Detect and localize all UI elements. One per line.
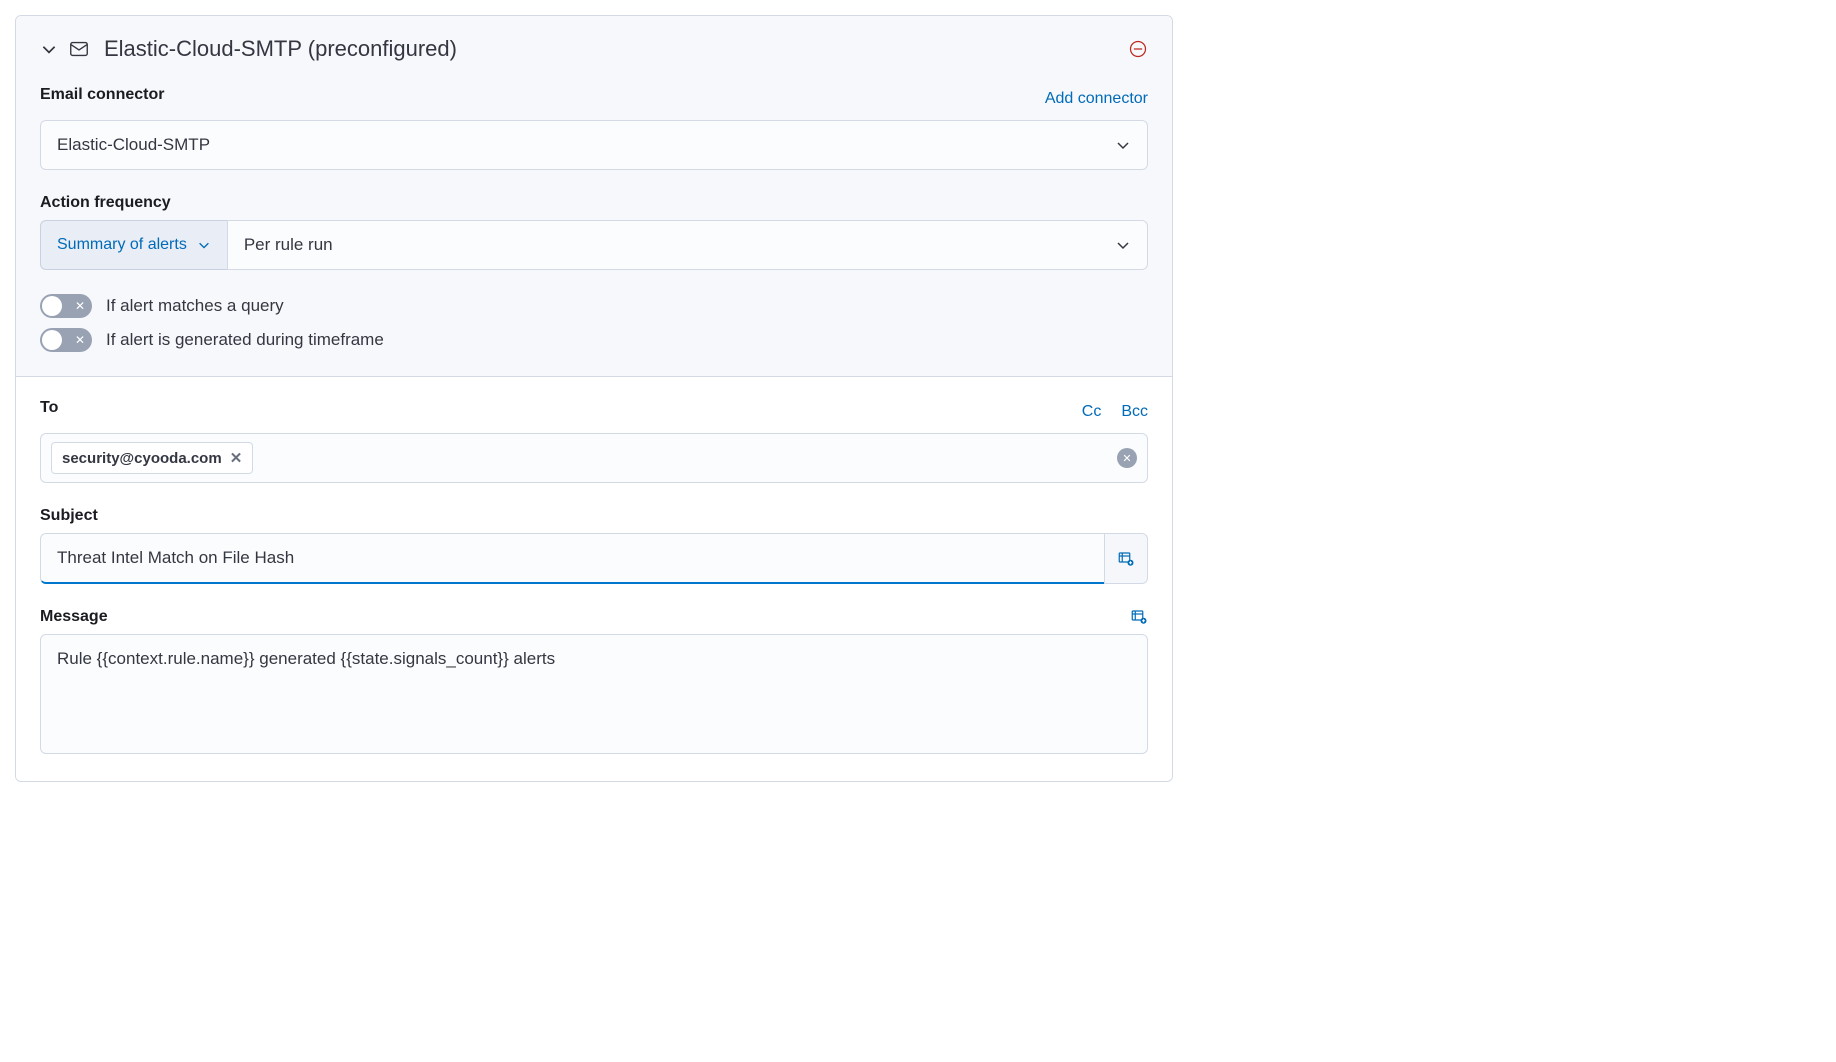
toggle-timeframe-row: ✕ If alert is generated during timeframe [40, 328, 1148, 352]
email-body-section: To Cc Bcc security@cyooda.com ✕ ✕ Subjec… [16, 377, 1172, 781]
frequency-label: Action frequency [40, 194, 1148, 212]
connector-label: Email connector [40, 86, 164, 104]
to-label: To [40, 399, 58, 417]
connector-select[interactable]: Elastic-Cloud-SMTP [40, 120, 1148, 170]
toggle-timeframe[interactable]: ✕ [40, 328, 92, 352]
subject-label: Subject [40, 507, 1148, 525]
subject-input[interactable] [40, 533, 1104, 584]
collapse-chevron-icon[interactable] [40, 40, 58, 58]
connector-select-value: Elastic-Cloud-SMTP [57, 135, 210, 155]
config-section: Elastic-Cloud-SMTP (preconfigured) Email… [16, 16, 1172, 377]
pill-remove-icon[interactable]: ✕ [230, 449, 243, 467]
to-field: To Cc Bcc security@cyooda.com ✕ ✕ [40, 399, 1148, 483]
frequency-summary-text: Summary of alerts [57, 236, 187, 254]
toggle-timeframe-label: If alert is generated during timeframe [106, 330, 384, 350]
x-icon: ✕ [75, 334, 85, 346]
bcc-link[interactable]: Bcc [1121, 403, 1148, 421]
x-icon: ✕ [75, 300, 85, 312]
add-variable-button[interactable] [1130, 608, 1148, 626]
cc-link[interactable]: Cc [1082, 403, 1102, 421]
message-field: Message [40, 608, 1148, 757]
frequency-summary-button[interactable]: Summary of alerts [40, 220, 227, 270]
clear-all-icon[interactable]: ✕ [1117, 448, 1137, 468]
add-variable-button[interactable] [1104, 533, 1148, 584]
mail-icon [68, 38, 90, 60]
to-pill-text: security@cyooda.com [62, 450, 222, 467]
toggle-query[interactable]: ✕ [40, 294, 92, 318]
subject-field: Subject [40, 507, 1148, 584]
panel-title: Elastic-Cloud-SMTP (preconfigured) [68, 36, 1118, 62]
frequency-run-value: Per rule run [244, 235, 333, 255]
chevron-down-icon [1115, 137, 1131, 153]
remove-action-icon[interactable] [1128, 39, 1148, 59]
toggle-query-row: ✕ If alert matches a query [40, 294, 1148, 318]
frequency-run-select[interactable]: Per rule run [227, 220, 1148, 270]
panel-title-text: Elastic-Cloud-SMTP (preconfigured) [104, 36, 457, 62]
to-pill: security@cyooda.com ✕ [51, 442, 253, 474]
panel-header: Elastic-Cloud-SMTP (preconfigured) [40, 36, 1148, 62]
frequency-field: Action frequency Summary of alerts Per r… [40, 194, 1148, 270]
message-label: Message [40, 608, 108, 626]
toggle-query-label: If alert matches a query [106, 296, 284, 316]
add-connector-link[interactable]: Add connector [1045, 90, 1148, 108]
action-panel: Elastic-Cloud-SMTP (preconfigured) Email… [15, 15, 1173, 782]
connector-field: Email connector Add connector Elastic-Cl… [40, 86, 1148, 170]
to-input[interactable]: security@cyooda.com ✕ ✕ [40, 433, 1148, 483]
message-textarea[interactable] [40, 634, 1148, 754]
